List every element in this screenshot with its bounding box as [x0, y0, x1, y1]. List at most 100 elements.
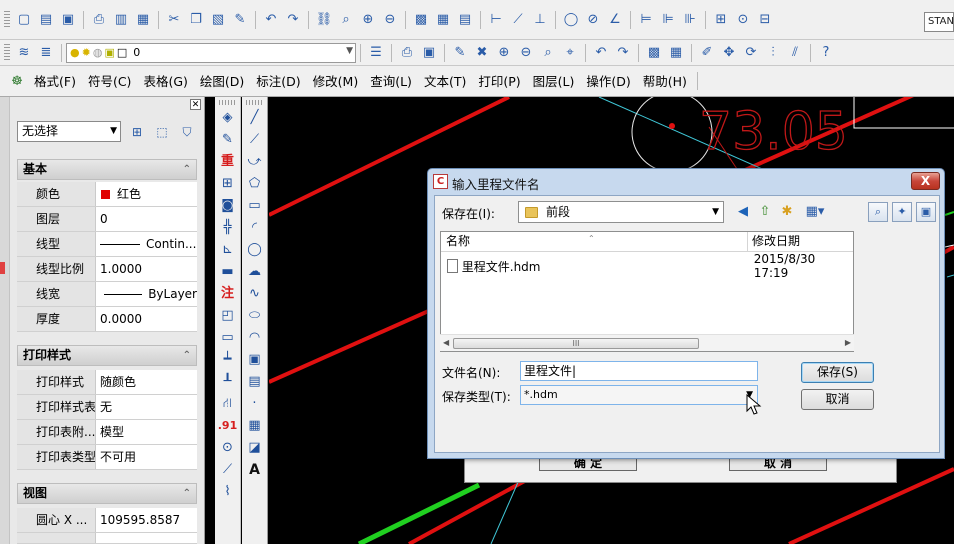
prop-row-center-x[interactable]: 圆心 X ... 109595.8587 [17, 508, 197, 533]
quick-select-icon[interactable]: ⛉ [178, 123, 196, 141]
properties-icon[interactable]: ▩ [412, 11, 430, 29]
help-icon[interactable]: ? [817, 44, 835, 62]
toolbar-grip[interactable] [245, 100, 264, 105]
zoom-extents-icon[interactable]: ⌖ [561, 44, 579, 62]
design-center-icon[interactable]: ▦ [434, 11, 452, 29]
prop-value[interactable]: 不可用 [96, 445, 197, 469]
frame-icon[interactable]: ◰ [218, 305, 238, 327]
prop-value[interactable]: ByLayer [96, 282, 197, 306]
print-preview-icon[interactable]: ▥ [112, 11, 130, 29]
draw-line-icon[interactable]: ⟋ [218, 459, 238, 481]
column-modified[interactable]: 修改日期 [748, 232, 853, 251]
zoom-all-icon[interactable]: ⌕ [539, 44, 557, 62]
zoom-realtime-icon[interactable]: ⌕ [337, 11, 355, 29]
scroll-right-icon[interactable]: ▶ [845, 338, 851, 347]
multiline-text-button[interactable]: A [245, 459, 265, 481]
scroll-thumb[interactable]: III [453, 338, 699, 349]
zoom-window-icon[interactable]: ⊕ [359, 11, 377, 29]
close-icon[interactable]: ✕ [190, 99, 201, 110]
spline-icon[interactable]: ∿ [245, 283, 265, 305]
chevron-down-icon[interactable]: ▼ [110, 122, 117, 141]
center-mark-icon[interactable]: ⊙ [734, 11, 752, 29]
save-button[interactable]: 保存(S) [801, 362, 874, 383]
section-view[interactable]: 视图 ⌃ [17, 483, 197, 504]
prop-row-layer[interactable]: 图层 0 [17, 207, 197, 232]
chevron-down-icon[interactable]: ▼ [346, 46, 353, 56]
prop-row-print-attach[interactable]: 打印表附... 模型 [17, 420, 197, 445]
menu-item[interactable]: 表格(G) [137, 66, 193, 97]
linear-dimension-icon[interactable]: ⊢ [487, 11, 505, 29]
intersection-icon[interactable]: ╬ [218, 217, 238, 239]
new-folder-icon[interactable]: ✱ [778, 203, 796, 221]
menu-item[interactable]: 符号(C) [82, 66, 137, 97]
region-icon[interactable]: ◪ [245, 437, 265, 459]
prop-row-linetype[interactable]: 线型 Contin... [17, 232, 197, 257]
redo-icon[interactable]: ↷ [614, 44, 632, 62]
section-print-style[interactable]: 打印样式 ⌃ [17, 345, 197, 366]
collapse-icon[interactable]: ⌃ [183, 346, 191, 365]
erase-icon[interactable]: ✖ [473, 44, 491, 62]
prop-value[interactable]: 红色 [96, 182, 197, 206]
prop-row-color[interactable]: 颜色 红色 [17, 182, 197, 207]
section-basic[interactable]: 基本 ⌃ [17, 159, 197, 180]
camera-icon[interactable]: ◙ [218, 195, 238, 217]
prop-value[interactable]: 无 [96, 395, 197, 419]
views-menu-icon[interactable]: ▦▾ [802, 203, 828, 221]
angular-dimension-icon[interactable]: ∠ [606, 11, 624, 29]
break-icon[interactable]: ⫶ [764, 44, 782, 62]
menu-item[interactable]: 标注(D) [250, 66, 306, 97]
zoom-previous-icon[interactable]: ⊖ [381, 11, 399, 29]
number-button[interactable]: .91 [218, 415, 238, 437]
trim-icon[interactable]: ⫽ [786, 44, 804, 62]
palette-title-strip[interactable] [0, 97, 10, 544]
close-button[interactable]: X [911, 172, 940, 190]
match-properties-icon[interactable]: ✎ [231, 11, 249, 29]
move-icon[interactable]: ✥ [720, 44, 738, 62]
baseline-dimension-icon[interactable]: ⊨ [637, 11, 655, 29]
search-icon[interactable]: ⌕ [868, 202, 888, 222]
prop-value[interactable]: 随颜色 [96, 370, 197, 394]
toolbar-grip[interactable] [4, 10, 10, 29]
menu-item[interactable]: 打印(P) [472, 66, 526, 97]
ruler-2-icon[interactable]: ┸ [218, 371, 238, 393]
prop-value[interactable]: 模型 [96, 420, 197, 444]
up-folder-icon[interactable]: ⇧ [756, 203, 774, 221]
revision-cloud-icon[interactable]: ☁ [245, 261, 265, 283]
menu-item[interactable]: 文本(T) [418, 66, 472, 97]
menu-item[interactable]: 帮助(H) [637, 66, 693, 97]
qleader-icon[interactable]: ⊪ [681, 11, 699, 29]
ellipse-arc-icon[interactable]: ◠ [245, 327, 265, 349]
ordinate-dimension-icon[interactable]: ⊥ [531, 11, 549, 29]
zoom-in-icon[interactable]: ⊕ [495, 44, 513, 62]
annotate-button[interactable]: 注 [218, 283, 238, 305]
text-style-combo[interactable]: STANDARD [924, 12, 954, 32]
selection-combo[interactable]: 无选择 ▼ [17, 121, 121, 142]
file-item[interactable]: 里程文件.hdm 2015/8/30 17:19 [445, 252, 851, 280]
cancel-button[interactable]: 取消 [801, 389, 874, 410]
toolbar-grip[interactable] [218, 100, 237, 105]
insert-block-icon[interactable]: ▣ [245, 349, 265, 371]
toolbar-grip[interactable] [4, 43, 10, 62]
aligned-dimension-icon[interactable]: ⟋ [509, 11, 527, 29]
menu-item[interactable]: 操作(D) [580, 66, 636, 97]
collapse-icon[interactable]: ⌃ [183, 484, 191, 503]
point-circle-icon[interactable]: ⊙ [218, 437, 238, 459]
print-icon[interactable]: ⎙ [90, 11, 108, 29]
publish-icon[interactable]: ▦ [134, 11, 152, 29]
open-file-icon[interactable]: ▤ [37, 11, 55, 29]
circle-icon[interactable]: ◯ [245, 239, 265, 261]
menu-item[interactable]: 格式(F) [28, 66, 82, 97]
filetype-combo[interactable]: *.hdm ▼ [520, 385, 758, 405]
menu-item[interactable]: 绘图(D) [194, 66, 250, 97]
road-icon[interactable]: ⛙ [218, 393, 238, 415]
layer-state-icon[interactable]: ▩ [645, 44, 663, 62]
ruler-icon[interactable]: ┷ [218, 349, 238, 371]
layer-combo[interactable]: ● ✹ ◍ ▣ □ 0 ▼ [66, 42, 356, 63]
zoom-out-icon[interactable]: ⊖ [517, 44, 535, 62]
undo-icon[interactable]: ↶ [262, 11, 280, 29]
linetype-icon[interactable]: ☰ [367, 44, 385, 62]
grid-tool-icon[interactable]: ⊞ [218, 173, 238, 195]
copy-icon[interactable]: ❐ [187, 11, 205, 29]
hyperlink-icon[interactable]: ⛓ [315, 11, 333, 29]
plot-icon[interactable]: ⎙ [398, 44, 416, 62]
